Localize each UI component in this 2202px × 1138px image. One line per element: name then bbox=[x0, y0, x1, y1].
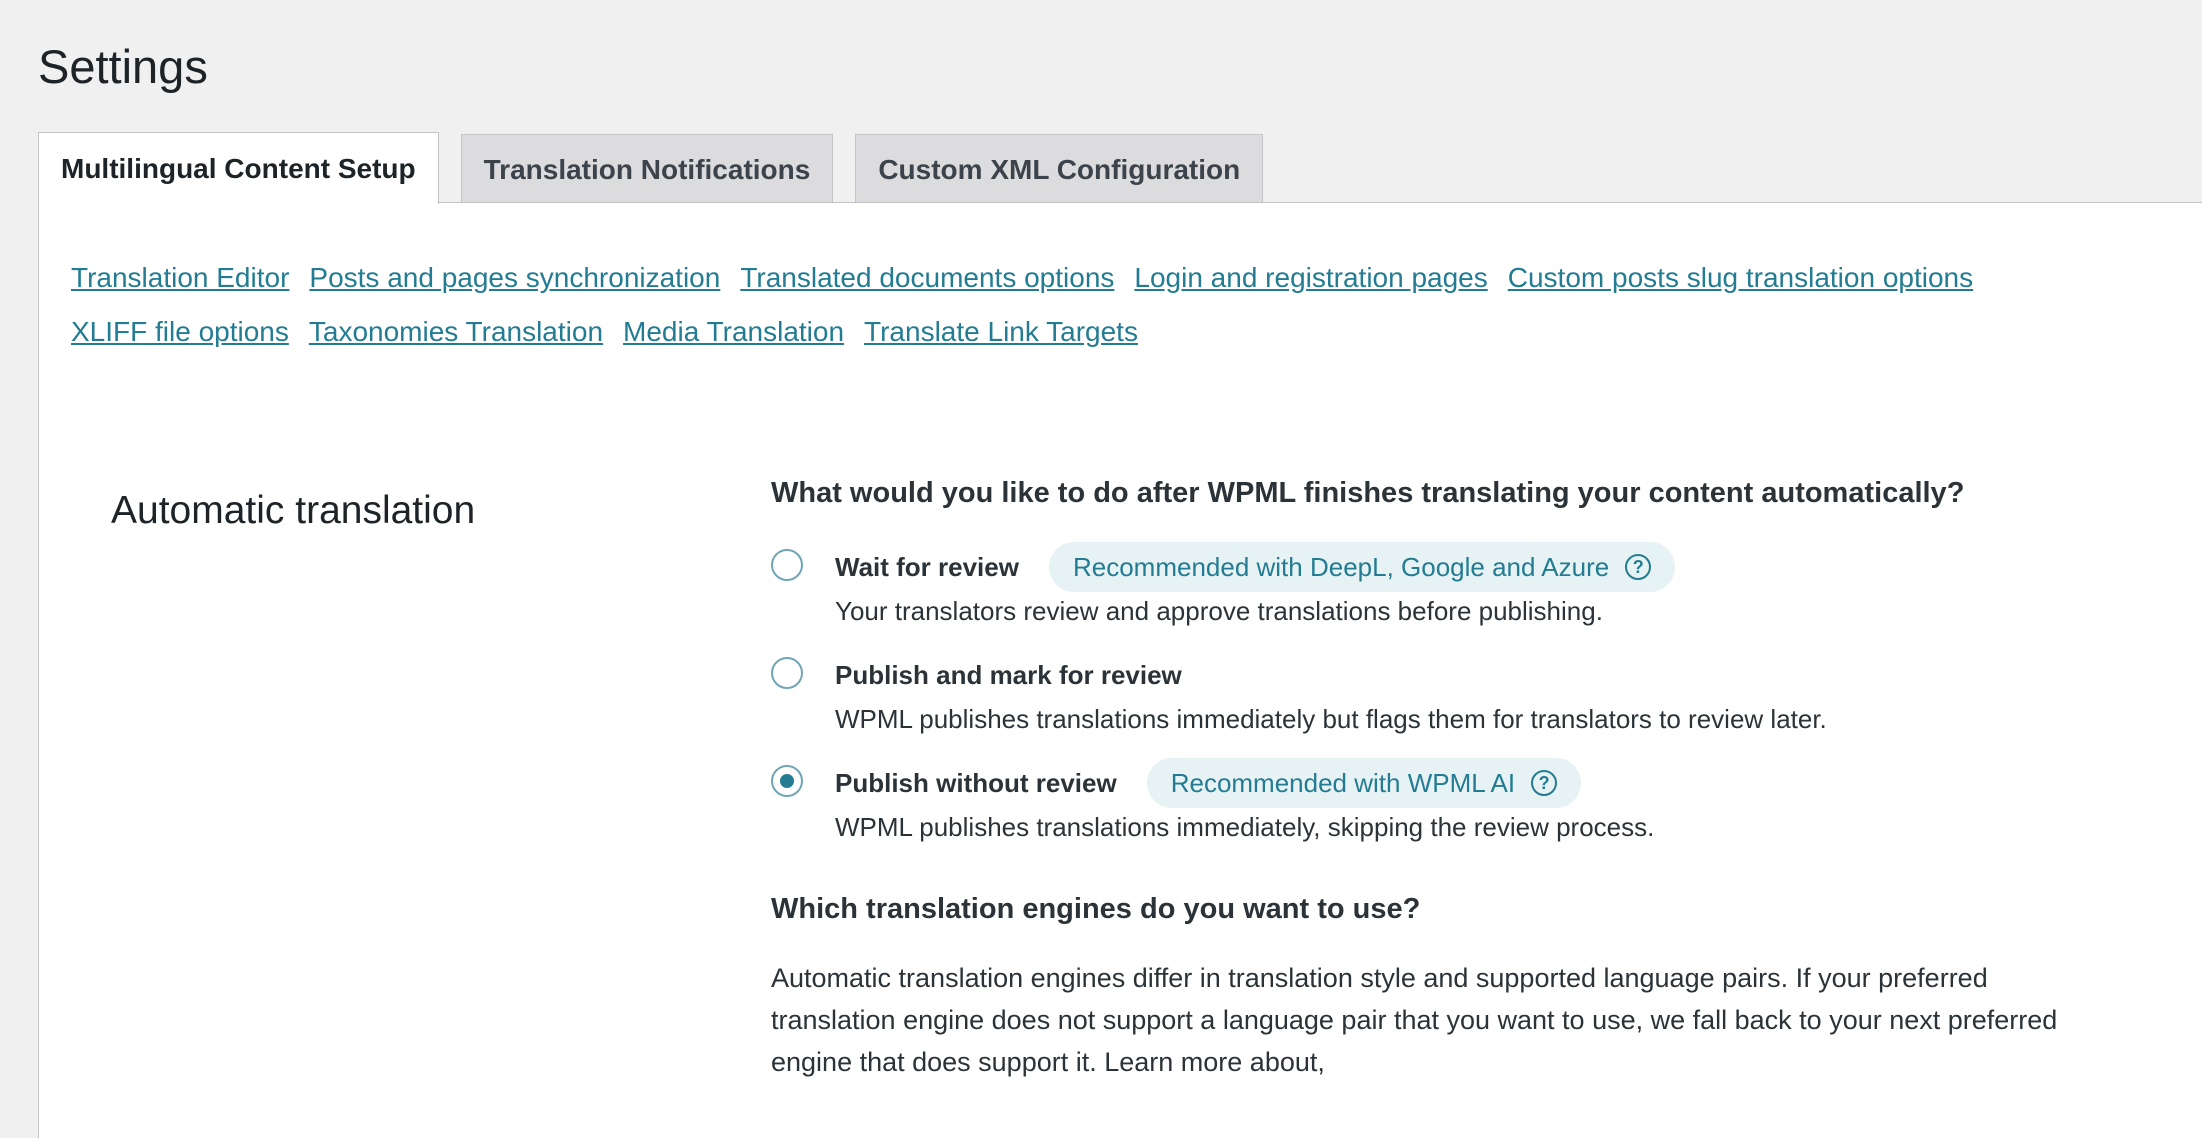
option-label: Publish and mark for review bbox=[835, 659, 1182, 690]
link-translation-editor[interactable]: Translation Editor bbox=[71, 259, 289, 297]
option-description: WPML publishes translations immediately,… bbox=[835, 812, 1655, 842]
option-label: Publish without review bbox=[835, 767, 1117, 798]
radio-publish-without-review[interactable] bbox=[771, 765, 803, 797]
recommendation-badge: Recommended with WPML AI ? bbox=[1146, 758, 1582, 808]
settings-tabs: Multilingual Content Setup Translation N… bbox=[38, 132, 1264, 206]
tab-translation-notifications[interactable]: Translation Notifications bbox=[460, 134, 834, 204]
question-circle-icon[interactable]: ? bbox=[1531, 770, 1558, 796]
tab-custom-xml-configuration[interactable]: Custom XML Configuration bbox=[855, 134, 1264, 204]
option-wait-for-review[interactable]: Wait for review Recommended with DeepL, … bbox=[771, 542, 2151, 629]
badge-text: Recommended with WPML AI bbox=[1170, 767, 1516, 798]
option-label: Wait for review bbox=[835, 551, 1019, 582]
link-media-translation[interactable]: Media Translation bbox=[623, 313, 844, 351]
review-question: What would you like to do after WPML fin… bbox=[771, 477, 1965, 509]
link-login-registration-pages[interactable]: Login and registration pages bbox=[1134, 259, 1487, 297]
link-posts-pages-sync[interactable]: Posts and pages synchronization bbox=[309, 259, 720, 297]
engines-description: Automatic translation engines differ in … bbox=[771, 963, 2058, 1077]
section-title: Automatic translation bbox=[111, 489, 476, 533]
automatic-translation-content: What would you like to do after WPML fin… bbox=[771, 473, 2151, 1083]
badge-text: Recommended with DeepL, Google and Azure bbox=[1072, 551, 1610, 582]
option-description: Your translators review and approve tran… bbox=[835, 596, 1603, 626]
link-translate-link-targets[interactable]: Translate Link Targets bbox=[864, 313, 1138, 351]
option-description: WPML publishes translations immediately … bbox=[835, 704, 1827, 734]
link-custom-posts-slug-translation[interactable]: Custom posts slug translation options bbox=[1508, 259, 1973, 297]
settings-panel: Translation Editor Posts and pages synch… bbox=[38, 202, 2202, 1138]
radio-publish-and-mark-for-review[interactable] bbox=[771, 657, 803, 689]
link-translated-documents-options[interactable]: Translated documents options bbox=[740, 259, 1114, 297]
radio-wait-for-review[interactable] bbox=[771, 549, 803, 581]
option-publish-without-review[interactable]: Publish without review Recommended with … bbox=[771, 758, 2151, 845]
section-links: Translation Editor Posts and pages synch… bbox=[71, 259, 2201, 351]
question-circle-icon[interactable]: ? bbox=[1625, 554, 1652, 580]
link-xliff-file-options[interactable]: XLIFF file options bbox=[71, 313, 289, 351]
page-title: Settings bbox=[38, 40, 208, 94]
link-taxonomies-translation[interactable]: Taxonomies Translation bbox=[309, 313, 603, 351]
tab-multilingual-content-setup[interactable]: Multilingual Content Setup bbox=[38, 132, 439, 206]
option-publish-and-mark-for-review[interactable]: Publish and mark for review WPML publish… bbox=[771, 655, 2151, 737]
recommendation-badge: Recommended with DeepL, Google and Azure… bbox=[1048, 542, 1676, 592]
engines-question: Which translation engines do you want to… bbox=[771, 893, 1421, 925]
